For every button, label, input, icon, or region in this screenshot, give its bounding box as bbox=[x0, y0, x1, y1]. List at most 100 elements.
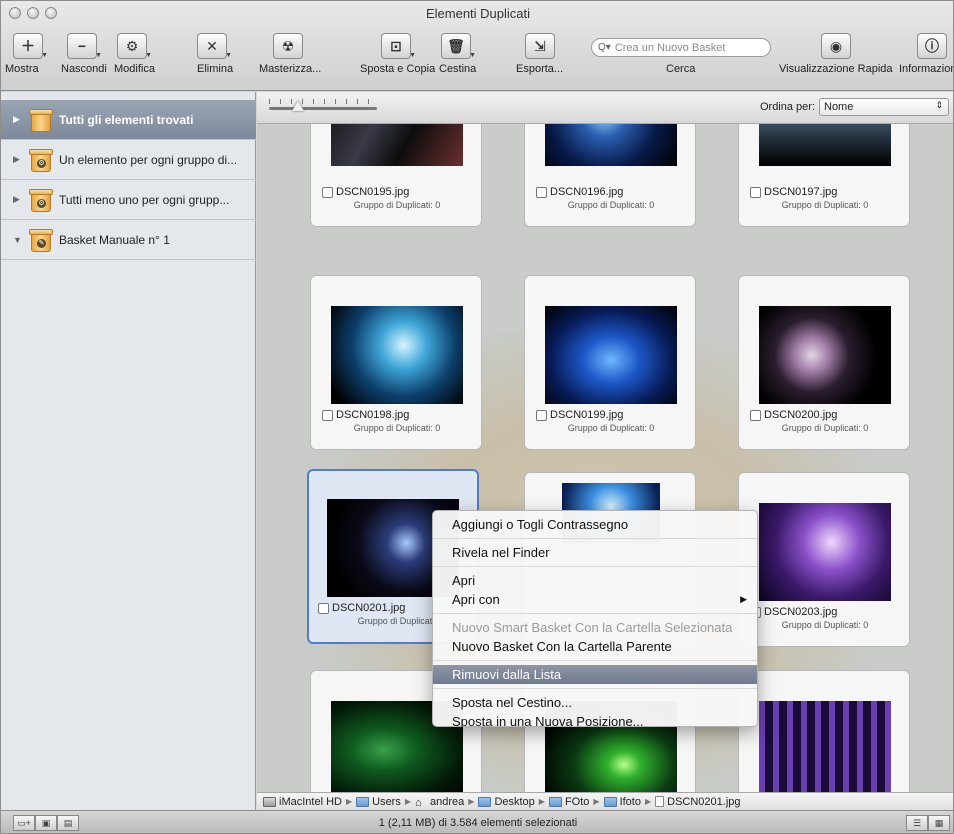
path-crumb-desktop[interactable]: Desktop bbox=[478, 796, 535, 808]
grid-view-button[interactable]: ▦ bbox=[928, 815, 950, 831]
trash-button[interactable]: 🗑 ▼ bbox=[441, 33, 476, 59]
path-crumb-file[interactable]: DSCN0201.jpg bbox=[655, 796, 741, 808]
duplicate-group: Gruppo di Duplicati: 0 bbox=[781, 620, 869, 630]
delete-label: Elimina bbox=[197, 63, 234, 75]
path-crumb-home[interactable]: ⌂ andrea bbox=[415, 796, 464, 809]
sidebar-item-manual-basket[interactable]: ▼ ✎ Basket Manuale n° 1 bbox=[1, 220, 256, 260]
modify-button[interactable]: ⚙ ▼ bbox=[117, 33, 152, 59]
sidebar-item-one-per-group[interactable]: ▶ ⚙ Un elemento per ogni gruppo di... bbox=[1, 140, 256, 180]
thumbnail-tile[interactable]: DSCN0199.jpg Gruppo di Duplicati: 0 bbox=[524, 275, 696, 450]
thumbnail-tile[interactable]: DSCN0198.jpg Gruppo di Duplicati: 0 bbox=[310, 275, 482, 450]
delete-button[interactable]: ✕ ▼ bbox=[197, 33, 232, 59]
menu-item-open[interactable]: Apri bbox=[433, 571, 757, 590]
menu-separator bbox=[433, 613, 757, 614]
menu-item-move-new-location[interactable]: Sposta in una Nuova Posizione... bbox=[433, 712, 757, 731]
home-icon: ⌂ bbox=[415, 796, 422, 809]
menu-item-toggle-flag[interactable]: Aggiungi o Togli Contrassegno bbox=[433, 515, 757, 534]
path-crumb-ifoto[interactable]: Ifoto bbox=[603, 796, 641, 808]
sidebar-item-all-but-one[interactable]: ▶ ⚙ Tutti meno uno per ogni grupp... bbox=[1, 180, 256, 220]
content-toolbar: Ordina per: Nome ⇕ bbox=[257, 92, 953, 124]
path-crumb-users[interactable]: Users bbox=[356, 796, 401, 808]
select-checkbox[interactable] bbox=[750, 410, 761, 421]
sidebar-item-label: Un elemento per ogni gruppo di... bbox=[59, 152, 238, 167]
thumbnail-tile[interactable] bbox=[738, 670, 910, 792]
plus-icon: ＋ bbox=[21, 38, 35, 54]
duplicate-group: Gruppo di Duplicati: 0 bbox=[353, 423, 441, 433]
sidebar-item-all-found[interactable]: ▶ Tutti gli elementi trovati bbox=[1, 100, 256, 140]
modify-label: Modifica bbox=[114, 63, 155, 75]
zoom-ticks bbox=[269, 99, 377, 104]
status-bar: ▭+ ▣ ▤ 1 (2,11 MB) di 3.584 elementi sel… bbox=[1, 810, 953, 833]
info-icon: ⓘ bbox=[925, 38, 939, 54]
menu-item-label: Apri con bbox=[452, 592, 500, 607]
sidebar-item-label: Tutti gli elementi trovati bbox=[59, 112, 194, 127]
hard-disk-icon bbox=[263, 796, 276, 807]
burn-button[interactable]: ☢ bbox=[273, 33, 303, 59]
move-copy-button[interactable]: ⊡ ▼ bbox=[381, 33, 416, 59]
export-icon: ⇲ bbox=[534, 37, 546, 54]
file-name: DSCN0200.jpg bbox=[764, 409, 838, 421]
sidebar: ▶ Tutti gli elementi trovati ▶ ⚙ Un elem… bbox=[1, 92, 256, 810]
list-view-button[interactable]: ☰ bbox=[906, 815, 928, 831]
path-bar: iMacIntel HD ▶ Users ▶ ⌂ andrea ▶ Desktop… bbox=[257, 792, 953, 810]
grid-view-icon: ▦ bbox=[934, 817, 944, 828]
menu-item-move-to-trash[interactable]: Sposta nel Cestino... bbox=[433, 693, 757, 712]
eye-icon: ◉ bbox=[829, 37, 843, 54]
export-button[interactable]: ⇲ bbox=[525, 33, 555, 59]
smart-basket-icon: ⚙ bbox=[29, 188, 53, 212]
file-name: DSCN0199.jpg bbox=[550, 409, 624, 421]
x-icon: ✕ bbox=[206, 37, 218, 54]
quick-look-label: Visualizzazione Rapida bbox=[779, 63, 893, 75]
path-separator-icon: ▶ bbox=[593, 797, 600, 806]
menu-item-remove-from-list[interactable]: Rimuovi dalla Lista bbox=[433, 665, 757, 684]
select-checkbox[interactable] bbox=[536, 187, 547, 198]
file-name: DSCN0198.jpg bbox=[336, 409, 410, 421]
zoom-slider[interactable] bbox=[269, 107, 377, 110]
manual-basket-icon: ✎ bbox=[29, 228, 53, 252]
info-label: Informazioni bbox=[899, 63, 954, 75]
select-checkbox[interactable] bbox=[318, 603, 329, 614]
menu-separator bbox=[433, 538, 757, 539]
folder-icon bbox=[478, 796, 492, 807]
app-window: Elementi Duplicati ＋ ▼ Mostra − ▼ Nascondi… bbox=[0, 0, 954, 834]
thumbnail-tile[interactable]: DSCN0203.jpg Gruppo di Duplicati: 0 bbox=[738, 472, 910, 647]
menu-item-new-smart-basket: Nuovo Smart Basket Con la Cartella Selez… bbox=[452, 620, 733, 635]
select-checkbox[interactable] bbox=[322, 187, 333, 198]
photo-thumbnail bbox=[759, 306, 891, 404]
menu-separator bbox=[433, 660, 757, 661]
move-copy-icon: ⊡ bbox=[390, 37, 402, 54]
search-label: Cerca bbox=[666, 63, 696, 75]
search-field[interactable]: Q▾ Crea un Nuovo Basket bbox=[591, 38, 771, 57]
path-crumb-disk[interactable]: iMacIntel HD bbox=[263, 796, 342, 808]
quick-look-button[interactable]: ◉ bbox=[821, 33, 851, 59]
photo-thumbnail bbox=[759, 503, 891, 601]
path-separator-icon: ▶ bbox=[468, 797, 475, 806]
thumbnail-tile[interactable]: DSCN0200.jpg Gruppo di Duplicati: 0 bbox=[738, 275, 910, 450]
disclosure-triangle-icon[interactable]: ▶ bbox=[13, 194, 27, 205]
file-name: DSCN0196.jpg bbox=[550, 186, 624, 198]
menu-item-new-basket-parent[interactable]: Nuovo Basket Con la Cartella Parente bbox=[433, 637, 757, 656]
menu-item-open-with[interactable]: Apri con ▶ bbox=[433, 590, 757, 609]
path-crumb-foto[interactable]: FOto bbox=[548, 796, 589, 808]
show-button[interactable]: ＋ ▼ bbox=[13, 33, 48, 59]
disclosure-triangle-icon[interactable]: ▶ bbox=[13, 154, 27, 165]
select-checkbox[interactable] bbox=[322, 410, 333, 421]
file-icon bbox=[655, 796, 665, 807]
zoom-slider-knob[interactable] bbox=[292, 101, 304, 111]
disclosure-triangle-expanded-icon[interactable]: ▼ bbox=[13, 235, 27, 245]
sort-label: Ordina per: bbox=[759, 101, 815, 113]
path-separator-icon: ▶ bbox=[538, 797, 545, 806]
minus-icon: − bbox=[77, 38, 87, 54]
info-button[interactable]: ⓘ bbox=[917, 33, 947, 59]
select-checkbox[interactable] bbox=[536, 410, 547, 421]
hide-button[interactable]: − ▼ bbox=[67, 33, 102, 59]
search-icon: Q▾ bbox=[598, 42, 611, 53]
move-copy-label: Sposta e Copia bbox=[360, 63, 436, 75]
disclosure-triangle-icon[interactable]: ▶ bbox=[13, 114, 27, 125]
burn-label: Masterizza... bbox=[259, 63, 322, 75]
menu-item-reveal-finder[interactable]: Rivela nel Finder bbox=[433, 543, 757, 562]
radiation-icon: ☢ bbox=[281, 37, 295, 54]
sort-select[interactable]: Nome ⇕ bbox=[819, 98, 949, 116]
select-checkbox[interactable] bbox=[750, 187, 761, 198]
path-separator-icon: ▶ bbox=[345, 797, 353, 806]
